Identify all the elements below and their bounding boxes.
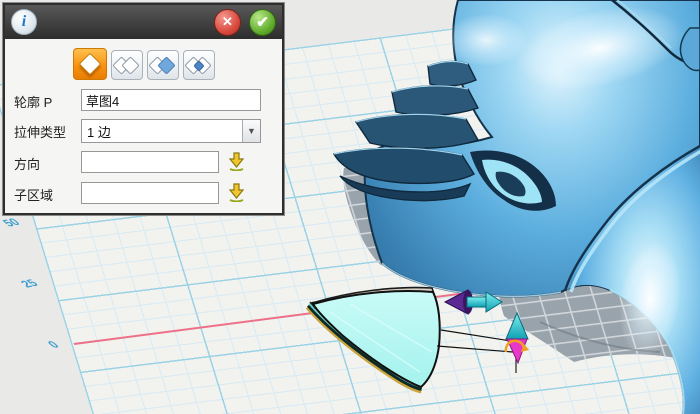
subregion-label: 子区域 bbox=[14, 185, 53, 204]
profile-input[interactable] bbox=[81, 89, 261, 111]
confirm-button[interactable]: ✔ bbox=[249, 9, 276, 36]
direction-input[interactable] bbox=[81, 151, 219, 173]
chevron-down-icon[interactable]: ▼ bbox=[242, 120, 260, 142]
info-icon[interactable]: i bbox=[11, 9, 37, 35]
extrude-preview-solid[interactable] bbox=[310, 288, 440, 388]
subregion-pick-icon[interactable] bbox=[228, 183, 245, 202]
cancel-button[interactable]: ✕ bbox=[214, 9, 241, 36]
boolean-intersect-button[interactable] bbox=[183, 50, 215, 80]
boolean-subtract-button[interactable] bbox=[147, 50, 179, 80]
base-diamond-icon bbox=[79, 53, 102, 76]
subregion-input[interactable] bbox=[81, 182, 219, 204]
direction-label: 方向 bbox=[14, 154, 40, 173]
profile-label: 轮廓 P bbox=[14, 92, 52, 111]
boolean-add-button[interactable] bbox=[111, 50, 143, 80]
extrude-type-label: 拉伸类型 bbox=[14, 122, 66, 141]
direction-pick-icon[interactable] bbox=[228, 152, 245, 171]
boolean-base-button[interactable] bbox=[73, 48, 107, 80]
dialog-titlebar[interactable]: i ✕ ✔ bbox=[5, 5, 282, 39]
extrude-dialog: i ✕ ✔ bbox=[3, 3, 284, 215]
handle-leader-lines bbox=[437, 330, 513, 352]
boolean-toolbar bbox=[73, 48, 215, 80]
cad-viewport[interactable]: 50 25 0 i ✕ ✔ bbox=[0, 0, 700, 414]
extrude-type-dropdown[interactable]: 1 边 ▼ bbox=[81, 119, 261, 143]
